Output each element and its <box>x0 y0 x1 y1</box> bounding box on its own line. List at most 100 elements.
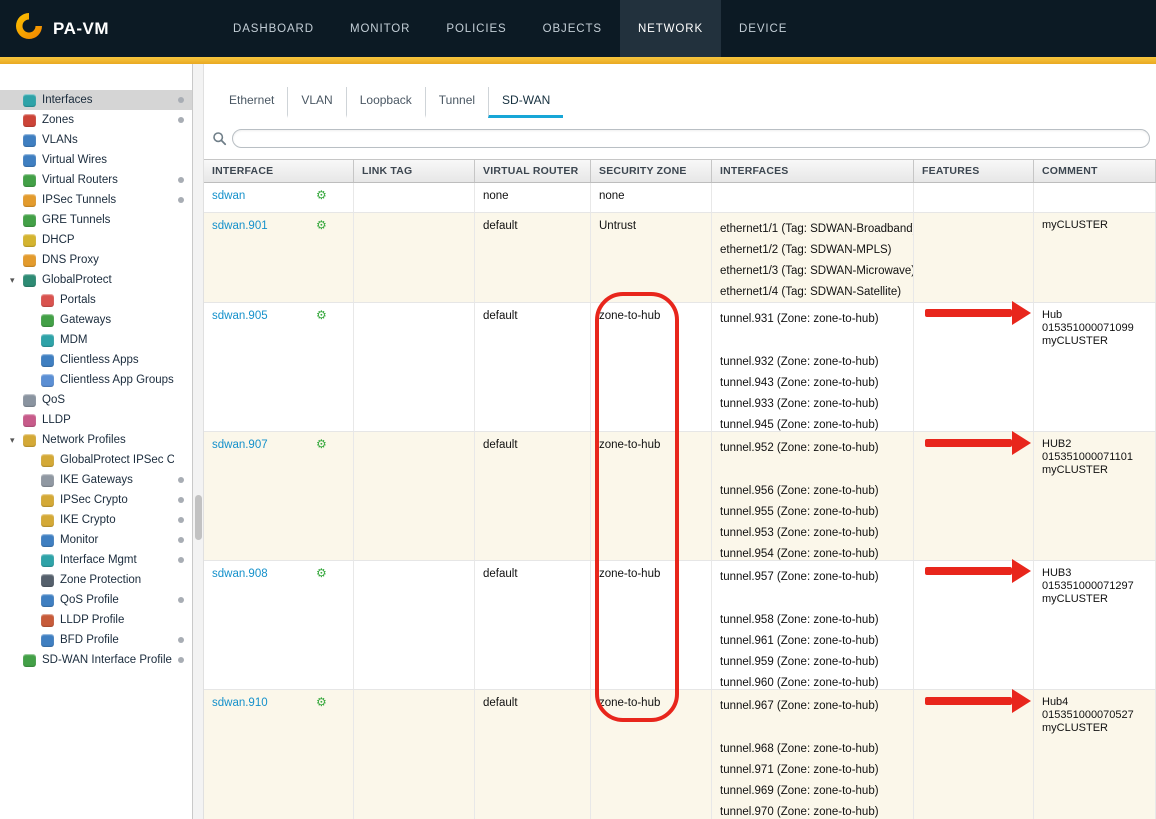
sidebar-item-lldp[interactable]: ▾ LLDP <box>0 410 192 430</box>
nav-device[interactable]: DEVICE <box>721 0 805 57</box>
ipsec-crypto-icon <box>41 494 54 507</box>
sidebar-item-label: IPSec Crypto <box>60 494 174 506</box>
sidebar-item-monitor[interactable]: ▾ Monitor <box>0 530 192 550</box>
tab-vlan[interactable]: VLAN <box>287 87 345 118</box>
sidebar-item-sd-wan-interface-profile[interactable]: ▾ SD-WAN Interface Profile <box>0 650 192 670</box>
interface-link[interactable]: sdwan.907 <box>212 439 268 451</box>
sidebar-item-dns-proxy[interactable]: ▾ DNS Proxy <box>0 250 192 270</box>
sidebar-item-qos[interactable]: ▾ QoS <box>0 390 192 410</box>
sidebar-item-ike-gateways[interactable]: ▾ IKE Gateways <box>0 470 192 490</box>
tab-sdwan[interactable]: SD-WAN <box>488 87 563 118</box>
sidebar-item-globalprotect[interactable]: ▾ GlobalProtect <box>0 270 192 290</box>
sidebar-item-clientless-apps[interactable]: ▾ Clientless Apps <box>0 350 192 370</box>
table-row-sdwan-905[interactable]: sdwan.905 ⚙ default zone-to-hub tunnel.9… <box>204 303 1156 432</box>
sidebar-item-ike-crypto[interactable]: ▾ IKE Crypto <box>0 510 192 530</box>
interface-cell: sdwan.910 ⚙ <box>204 690 354 819</box>
interface-link[interactable]: sdwan.905 <box>212 310 268 322</box>
filter-input[interactable] <box>232 129 1150 148</box>
gear-icon[interactable]: ⚙ <box>316 218 327 232</box>
interface-link[interactable]: sdwan <box>212 190 245 202</box>
expand-arrow-icon[interactable]: ▾ <box>10 275 23 286</box>
sidebar-item-virtual-routers[interactable]: ▾ Virtual Routers <box>0 170 192 190</box>
sidebar-item-label: DHCP <box>42 234 174 246</box>
member-interface: tunnel.953 (Zone: zone-to-hub) <box>720 523 905 544</box>
interface-link[interactable]: sdwan.908 <box>212 568 268 580</box>
member-interface: ethernet1/1 (Tag: SDWAN-Broadband) <box>720 219 905 240</box>
interfaces-cell: tunnel.952 (Zone: zone-to-hub) tunnel.95… <box>712 432 914 560</box>
sidebar-scrollbar[interactable] <box>193 64 204 819</box>
sidebar-item-network-profiles[interactable]: ▾ Network Profiles <box>0 430 192 450</box>
table-row-sdwan-907[interactable]: sdwan.907 ⚙ default zone-to-hub tunnel.9… <box>204 432 1156 561</box>
nav-monitor[interactable]: MONITOR <box>332 0 428 57</box>
col-interface[interactable]: INTERFACE <box>204 160 354 182</box>
interface-link[interactable]: sdwan.910 <box>212 697 268 709</box>
gear-icon[interactable]: ⚙ <box>316 695 327 709</box>
sidebar-item-bfd-profile[interactable]: ▾ BFD Profile <box>0 630 192 650</box>
member-interface: tunnel.931 (Zone: zone-to-hub) <box>720 309 905 330</box>
sidebar-item-vlans[interactable]: ▾ VLANs <box>0 130 192 150</box>
sidebar-item-zone-protection[interactable]: ▾ Zone Protection <box>0 570 192 590</box>
nav-network[interactable]: NETWORK <box>620 0 721 57</box>
lldp-icon <box>23 414 36 427</box>
col-features[interactable]: FEATURES <box>914 160 1034 182</box>
nav-policies[interactable]: POLICIES <box>428 0 524 57</box>
gear-icon[interactable]: ⚙ <box>316 566 327 580</box>
security-zone-cell: zone-to-hub <box>591 303 712 431</box>
scrollbar-thumb[interactable] <box>195 495 202 540</box>
member-interface: tunnel.958 (Zone: zone-to-hub) <box>720 610 905 631</box>
col-security-zone[interactable]: SECURITY ZONE <box>591 160 712 182</box>
sidebar-item-ipsec-tunnels[interactable]: ▾ IPSec Tunnels <box>0 190 192 210</box>
sidebar-item-ipsec-crypto[interactable]: ▾ IPSec Crypto <box>0 490 192 510</box>
sidebar-item-label: Zones <box>42 114 174 126</box>
comment-line: 015351000070527 <box>1042 709 1147 722</box>
comment-line: 015351000071297 <box>1042 580 1147 593</box>
sidebar-item-interfaces[interactable]: ▾ Interfaces <box>0 90 192 110</box>
tab-loopback[interactable]: Loopback <box>346 87 425 118</box>
table-row-sdwan[interactable]: sdwan ⚙ none none <box>204 183 1156 213</box>
nav-objects[interactable]: OBJECTS <box>525 0 620 57</box>
sidebar-item-dhcp[interactable]: ▾ DHCP <box>0 230 192 250</box>
interface-cell: sdwan.908 ⚙ <box>204 561 354 689</box>
interfaces-cell: tunnel.957 (Zone: zone-to-hub) tunnel.95… <box>712 561 914 689</box>
nav-dashboard[interactable]: DASHBOARD <box>215 0 332 57</box>
sidebar-item-clientless-app-groups[interactable]: ▾ Clientless App Groups <box>0 370 192 390</box>
interfaces-cell <box>712 183 914 212</box>
interface-type-tabs: Ethernet VLAN Loopback Tunnel SD-WAN <box>204 64 1156 118</box>
top-navigation-bar: PA-VM DASHBOARD MONITOR POLICIES OBJECTS… <box>0 0 1156 57</box>
table-row-sdwan-910[interactable]: sdwan.910 ⚙ default zone-to-hub tunnel.9… <box>204 690 1156 819</box>
tab-ethernet[interactable]: Ethernet <box>216 87 287 118</box>
sidebar-item-zones[interactable]: ▾ Zones <box>0 110 192 130</box>
member-interface: tunnel.945 (Zone: zone-to-hub) <box>720 415 905 431</box>
interface-link[interactable]: sdwan.901 <box>212 220 268 232</box>
virtual-router-cell: default <box>475 432 591 560</box>
col-virtual-router[interactable]: VIRTUAL ROUTER <box>475 160 591 182</box>
sidebar-item-gateways[interactable]: ▾ Gateways <box>0 310 192 330</box>
sidebar-item-mdm[interactable]: ▾ MDM <box>0 330 192 350</box>
status-dot <box>178 517 184 523</box>
virtual-router-cell: default <box>475 213 591 302</box>
sidebar-item-label: SD-WAN Interface Profile <box>42 654 174 666</box>
sidebar-item-interface-mgmt[interactable]: ▾ Interface Mgmt <box>0 550 192 570</box>
col-comment[interactable]: COMMENT <box>1034 160 1156 182</box>
sidebar-item-gre-tunnels[interactable]: ▾ GRE Tunnels <box>0 210 192 230</box>
interfaces-icon <box>23 94 36 107</box>
col-link-tag[interactable]: LINK TAG <box>354 160 475 182</box>
sidebar-item-qos-profile[interactable]: ▾ QoS Profile <box>0 590 192 610</box>
gear-icon[interactable]: ⚙ <box>316 308 327 322</box>
sidebar-item-lldp-profile[interactable]: ▾ LLDP Profile <box>0 610 192 630</box>
gear-icon[interactable]: ⚙ <box>316 188 327 202</box>
expand-arrow-icon[interactable]: ▾ <box>10 435 23 446</box>
table-row-sdwan-901[interactable]: sdwan.901 ⚙ default Untrust ethernet1/1 … <box>204 213 1156 303</box>
sidebar-item-label: IKE Gateways <box>60 474 174 486</box>
tab-tunnel[interactable]: Tunnel <box>425 87 488 118</box>
sidebar-item-virtual-wires[interactable]: ▾ Virtual Wires <box>0 150 192 170</box>
qos-icon <box>23 394 36 407</box>
features-cell <box>914 213 1034 302</box>
table-row-sdwan-908[interactable]: sdwan.908 ⚙ default zone-to-hub tunnel.9… <box>204 561 1156 690</box>
sidebar-item-globalprotect-ipsec-crypto[interactable]: ▾ GlobalProtect IPSec Crypto <box>0 450 192 470</box>
sidebar-item-portals[interactable]: ▾ Portals <box>0 290 192 310</box>
col-interfaces[interactable]: INTERFACES <box>712 160 914 182</box>
gear-icon[interactable]: ⚙ <box>316 437 327 451</box>
sidebar-item-label: Interface Mgmt <box>60 554 174 566</box>
paloalto-logo-icon <box>14 11 44 46</box>
